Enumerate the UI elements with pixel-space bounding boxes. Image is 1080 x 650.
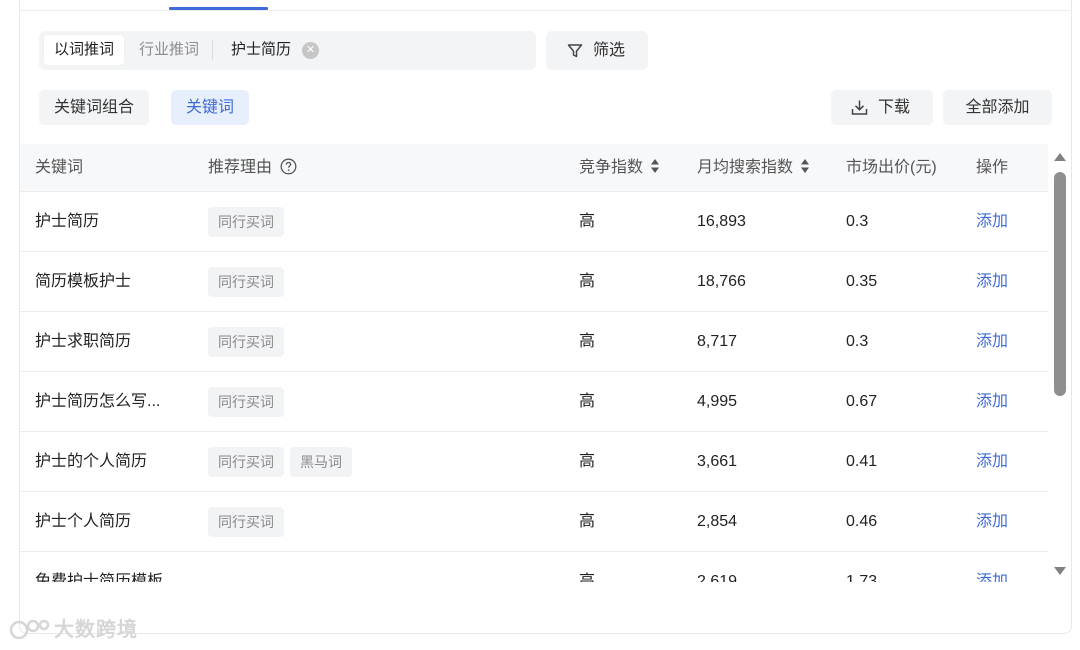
competition-cell: 高 (579, 393, 596, 410)
table-header: 关键词 推荐理由 竞争指数 月均搜索指数 市场出价(元) 操作 (20, 144, 1048, 192)
mode-divider (212, 40, 213, 60)
monthly-search-cell: 18,766 (697, 273, 746, 290)
reason-tag: 同行买词 (208, 507, 284, 537)
scroll-up-arrow[interactable] (1053, 152, 1067, 162)
table-row: 免费护士简历模板 高 2,619 1.73 添加 (20, 552, 1048, 582)
keyword-search-box[interactable]: 以词推词 行业推词 护士简历 ✕ (39, 31, 536, 70)
tab-divider (19, 10, 1072, 11)
help-circle-icon[interactable] (280, 158, 297, 175)
header-monthly-search[interactable]: 月均搜索指数 (697, 144, 810, 192)
add-keyword-link[interactable]: 添加 (976, 312, 1008, 372)
keyword-cell: 免费护士简历模板 (35, 573, 164, 582)
close-icon[interactable]: ✕ (302, 42, 319, 59)
keyword-cell: 护士个人简历 (35, 513, 132, 530)
header-competition-label: 竞争指数 (579, 159, 644, 176)
download-label: 下载 (878, 99, 911, 116)
bid-cell: 0.41 (846, 453, 878, 470)
search-chip: 护士简历 (231, 41, 292, 58)
filter-button[interactable]: 筛选 (546, 31, 648, 70)
scrollbar-thumb[interactable] (1054, 172, 1066, 396)
add-keyword-link[interactable]: 添加 (976, 252, 1008, 312)
mode-by-industry[interactable]: 行业推词 (129, 35, 209, 65)
bid-cell: 0.3 (846, 333, 869, 350)
competition-cell: 高 (579, 333, 596, 350)
monthly-search-cell: 8,717 (697, 333, 738, 350)
monthly-search-cell: 4,995 (697, 393, 738, 410)
active-tab-indicator (169, 7, 268, 10)
competition-cell: 高 (579, 213, 596, 230)
sort-icon[interactable] (800, 158, 810, 174)
table-row: 护士求职简历 同行买词 高 8,717 0.3 添加 (20, 312, 1048, 372)
competition-cell: 高 (579, 273, 596, 290)
header-reason-label: 推荐理由 (208, 159, 273, 176)
add-keyword-link[interactable]: 添加 (976, 192, 1008, 252)
reason-tag: 同行买词 (208, 447, 284, 477)
sort-icon[interactable] (650, 158, 660, 174)
toggle-keyword[interactable]: 关键词 (171, 90, 250, 125)
competition-cell: 高 (579, 573, 596, 582)
reason-tag: 同行买词 (208, 327, 284, 357)
keyword-cell: 护士求职简历 (35, 333, 132, 350)
keyword-cell: 简历模板护士 (35, 273, 132, 290)
keyword-cell: 护士简历 (35, 213, 100, 230)
monthly-search-cell: 16,893 (697, 213, 746, 230)
bid-cell: 1.73 (846, 573, 878, 582)
bid-cell: 0.35 (846, 273, 878, 290)
scroll-down-arrow[interactable] (1053, 566, 1067, 576)
toggle-keyword-combo[interactable]: 关键词组合 (39, 90, 150, 125)
header-reason: 推荐理由 (208, 144, 297, 192)
header-keyword: 关键词 (35, 159, 84, 176)
filter-icon (567, 44, 583, 58)
table-row: 护士简历怎么写... 同行买词 高 4,995 0.67 添加 (20, 372, 1048, 432)
monthly-search-cell: 3,661 (697, 453, 738, 470)
monthly-search-cell: 2,619 (697, 573, 738, 582)
add-keyword-link[interactable]: 添加 (976, 432, 1008, 492)
header-bid: 市场出价(元) (846, 159, 937, 176)
reason-tag: 同行买词 (208, 207, 284, 237)
competition-cell: 高 (579, 513, 596, 530)
table-row: 护士的个人简历 同行买词 黑马词 高 3,661 0.41 添加 (20, 432, 1048, 492)
reason-tag: 同行买词 (208, 267, 284, 297)
keyword-cell: 护士的个人简历 (35, 453, 148, 470)
bid-cell: 0.67 (846, 393, 878, 410)
watermark-text: 大数跨境 (54, 619, 138, 641)
table-row: 简历模板护士 同行买词 高 18,766 0.35 添加 (20, 252, 1048, 312)
table-row: 护士个人简历 同行买词 高 2,854 0.46 添加 (20, 492, 1048, 552)
header-competition[interactable]: 竞争指数 (579, 144, 660, 192)
reason-tag: 黑马词 (290, 447, 352, 477)
filter-label: 筛选 (593, 42, 626, 59)
bid-cell: 0.3 (846, 213, 869, 230)
header-action: 操作 (976, 159, 1009, 176)
table-row: 护士简历 同行买词 高 16,893 0.3 添加 (20, 192, 1048, 252)
mode-by-keyword[interactable]: 以词推词 (44, 35, 125, 65)
download-icon (851, 100, 868, 115)
reason-tag: 同行买词 (208, 387, 284, 417)
add-keyword-link[interactable]: 添加 (976, 492, 1008, 552)
bid-cell: 0.46 (846, 513, 878, 530)
add-keyword-link[interactable]: 添加 (976, 552, 1008, 582)
keyword-cell: 护士简历怎么写... (35, 393, 161, 410)
download-button[interactable]: 下载 (831, 90, 933, 125)
watermark-logo-icon (9, 619, 50, 640)
add-all-button[interactable]: 全部添加 (943, 90, 1052, 125)
keyword-table: 关键词 推荐理由 竞争指数 月均搜索指数 市场出价(元) 操作 护士简历 同行买词… (20, 144, 1048, 582)
monthly-search-cell: 2,854 (697, 513, 738, 530)
add-keyword-link[interactable]: 添加 (976, 372, 1008, 432)
competition-cell: 高 (579, 453, 596, 470)
header-monthly-search-label: 月均搜索指数 (697, 159, 794, 176)
